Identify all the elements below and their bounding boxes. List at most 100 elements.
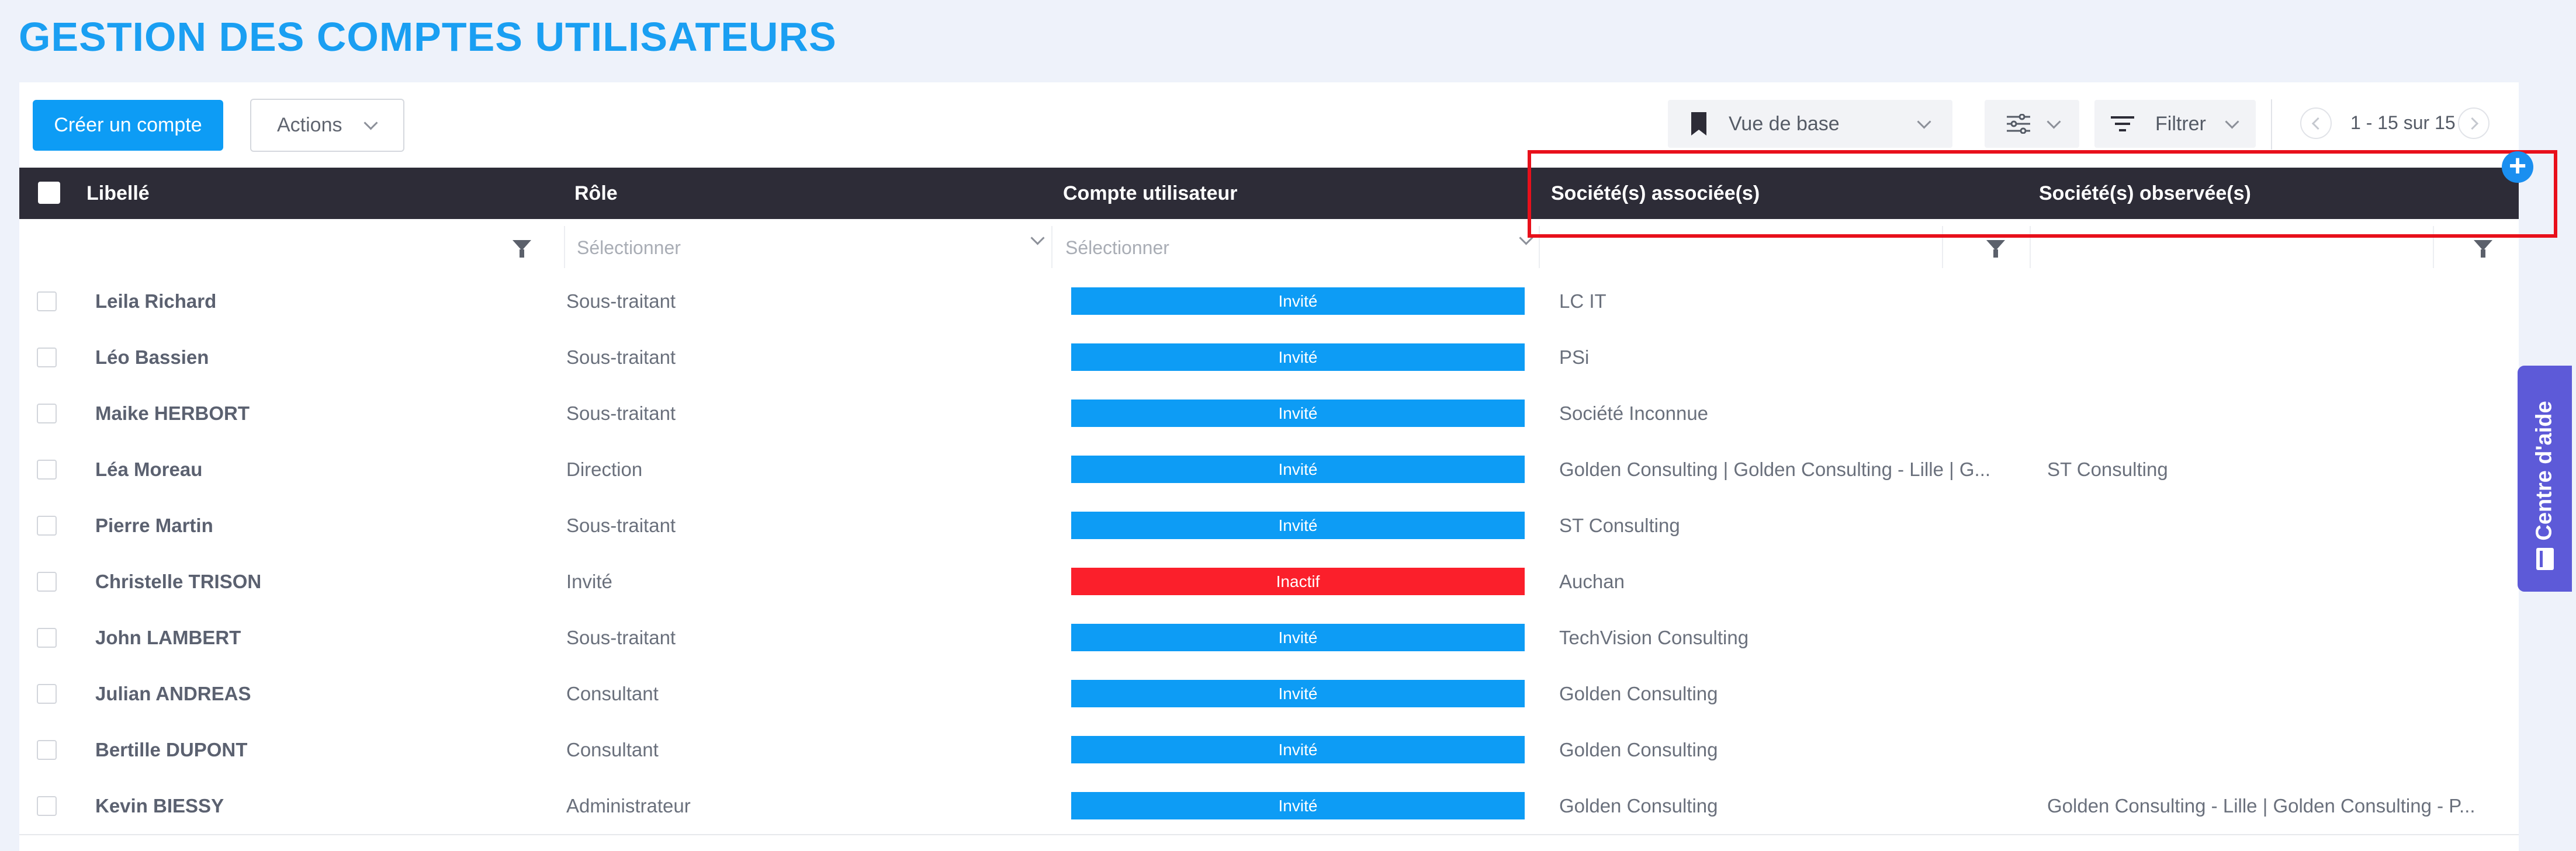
compte-filter-select[interactable]: Sélectionner: [1065, 227, 1545, 268]
user-name[interactable]: Julian ANDREAS: [95, 666, 251, 722]
pagination-info: 1 - 15 sur 15: [2350, 112, 2456, 133]
chevron-left-icon: [2311, 117, 2324, 130]
row-checkbox[interactable]: [37, 291, 57, 311]
observed-companies: [2047, 610, 2515, 666]
associated-companies: Golden Consulting: [1559, 683, 1718, 704]
user-role: Invité: [566, 571, 612, 592]
filter-lines-icon: [2111, 116, 2134, 131]
libelle-filter-input[interactable]: [78, 227, 496, 268]
create-account-button[interactable]: Créer un compte: [33, 100, 223, 151]
table-row[interactable]: Léo Bassien Sous-traitant Invité PSi: [19, 329, 2519, 387]
add-column-button[interactable]: +: [2502, 151, 2533, 183]
observed-companies: [2047, 273, 2515, 329]
user-name[interactable]: Christelle TRISON: [95, 554, 261, 610]
observed-companies: [2047, 385, 2515, 442]
user-name[interactable]: John LAMBERT: [95, 610, 241, 666]
table-row[interactable]: Julian ANDREAS Consultant Invité Golden Con…: [19, 666, 2519, 723]
funnel-icon[interactable]: [513, 240, 531, 258]
observed-companies: ST Consulting: [2047, 459, 2168, 480]
user-role: Direction: [566, 459, 643, 480]
column-header-libelle[interactable]: Libellé: [86, 168, 150, 219]
account-status-badge: Invité: [1071, 792, 1525, 819]
account-status-badge: Invité: [1071, 680, 1525, 707]
actions-label: Actions: [277, 114, 342, 136]
user-name[interactable]: Kevin BIESSY: [95, 778, 224, 834]
sliders-icon: [2006, 114, 2030, 134]
actions-dropdown[interactable]: Actions: [250, 99, 404, 152]
user-role: Sous-traitant: [566, 627, 676, 648]
observed-companies: [2047, 554, 2515, 610]
filter-button[interactable]: Filtrer: [2094, 100, 2256, 148]
account-status-badge: Invité: [1071, 400, 1525, 427]
cell-divider: [1051, 226, 1052, 268]
toolbar-divider: [2271, 99, 2272, 150]
table-row[interactable]: Leila Richard Sous-traitant Invité LC IT: [19, 273, 2519, 331]
observed-companies: [2047, 722, 2515, 778]
bookmark-icon: [1691, 112, 1706, 136]
row-checkbox[interactable]: [37, 460, 57, 480]
table-row[interactable]: Léa Moreau Direction Invité Golden Consulti…: [19, 442, 2519, 499]
row-checkbox[interactable]: [37, 740, 57, 760]
previous-page-button[interactable]: [2300, 107, 2332, 139]
compte-filter-placeholder: Sélectionner: [1065, 237, 1169, 258]
table-row[interactable]: Bertille DUPONT Consultant Invité Golden Co…: [19, 722, 2519, 779]
row-checkbox[interactable]: [37, 348, 57, 367]
table-row[interactable]: Kevin BIESSY Administrateur Invité Golden C…: [19, 778, 2519, 835]
user-name[interactable]: Leila Richard: [95, 273, 216, 329]
role-filter-placeholder: Sélectionner: [577, 237, 681, 258]
user-role: Sous-traitant: [566, 290, 676, 312]
table-row[interactable]: Pierre Martin Sous-traitant Invité ST Consu…: [19, 498, 2519, 555]
row-checkbox[interactable]: [37, 572, 57, 592]
row-checkbox[interactable]: [37, 628, 57, 648]
chevron-down-icon: [2225, 114, 2239, 129]
table-row[interactable]: John LAMBERT Sous-traitant Invité TechVisio…: [19, 610, 2519, 667]
associated-companies: Golden Consulting | Golden Consulting - …: [1559, 459, 1991, 480]
view-selector[interactable]: Vue de base: [1668, 100, 1952, 148]
user-role: Sous-traitant: [566, 402, 676, 424]
table-row[interactable]: Maike HERBORT Sous-traitant Invité Société …: [19, 385, 2519, 443]
column-header-role[interactable]: Rôle: [574, 168, 618, 219]
associated-companies: Golden Consulting: [1559, 795, 1718, 817]
user-name[interactable]: Pierre Martin: [95, 498, 213, 554]
observed-companies: Golden Consulting - Lille | Golden Consu…: [2047, 795, 2475, 817]
user-role: Administrateur: [566, 795, 691, 817]
funnel-icon[interactable]: [2474, 240, 2492, 258]
associated-companies: Golden Consulting: [1559, 739, 1718, 760]
account-status-badge: Invité: [1071, 736, 1525, 763]
row-checkbox[interactable]: [37, 516, 57, 536]
observed-companies: [2047, 666, 2515, 722]
user-name[interactable]: Léo Bassien: [95, 329, 209, 385]
chevron-right-icon: [2466, 117, 2478, 130]
account-status-badge: Invité: [1071, 456, 1525, 483]
help-center-tab[interactable]: Centre d'aide: [2518, 366, 2572, 592]
chevron-down-icon: [2046, 114, 2061, 129]
column-header-compte[interactable]: Compte utilisateur: [1063, 168, 1237, 219]
account-status-badge: Invité: [1071, 624, 1525, 651]
account-status-badge: Invité: [1071, 512, 1525, 539]
row-checkbox[interactable]: [37, 684, 57, 704]
user-name[interactable]: Bertille DUPONT: [95, 722, 247, 778]
account-status-badge: Invité: [1071, 343, 1525, 371]
associated-companies: LC IT: [1559, 290, 1606, 312]
user-role: Consultant: [566, 683, 659, 704]
role-filter-select[interactable]: Sélectionner: [577, 227, 1056, 268]
user-name[interactable]: Léa Moreau: [95, 442, 202, 498]
view-label: Vue de base: [1729, 112, 1840, 135]
table-row[interactable]: Christelle TRISON Invité Inactif Auchan: [19, 554, 2519, 611]
row-checkbox[interactable]: [37, 404, 57, 423]
user-role: Sous-traitant: [566, 346, 676, 368]
observed-companies: [2047, 329, 2515, 385]
filter-label: Filtrer: [2155, 112, 2206, 135]
user-name[interactable]: Maike HERBORT: [95, 385, 250, 442]
column-settings-button[interactable]: [1985, 100, 2079, 148]
next-page-button[interactable]: [2458, 107, 2490, 139]
row-checkbox[interactable]: [37, 796, 57, 816]
chevron-down-icon: [1917, 114, 1931, 129]
account-status-badge: Inactif: [1071, 568, 1525, 595]
funnel-icon[interactable]: [1986, 240, 2005, 258]
associated-companies: ST Consulting: [1559, 515, 1680, 536]
page-title: GESTION DES COMPTES UTILISATEURS: [19, 14, 837, 60]
associated-companies: Auchan: [1559, 571, 1625, 592]
select-all-checkbox[interactable]: [38, 182, 60, 204]
user-role: Sous-traitant: [566, 515, 676, 536]
